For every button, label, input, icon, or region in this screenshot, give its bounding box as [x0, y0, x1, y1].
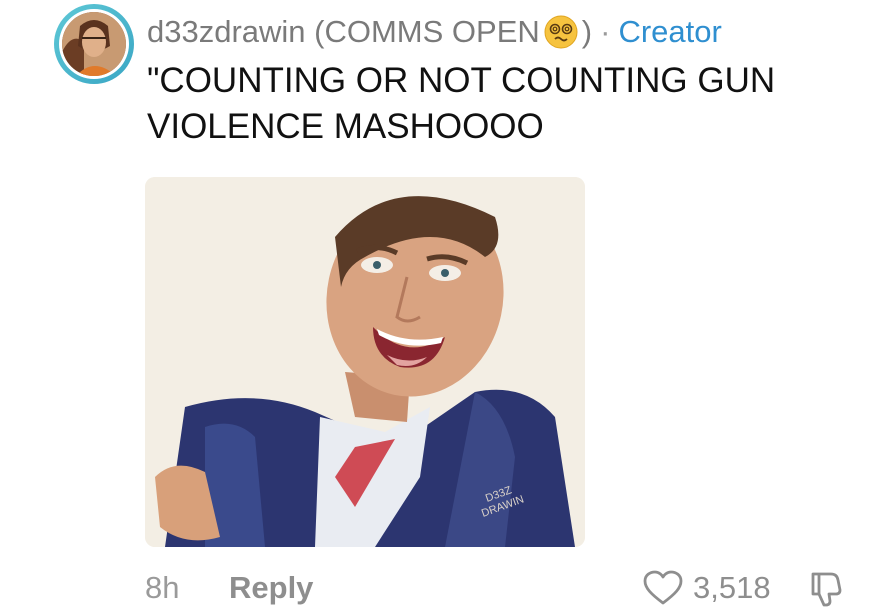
username-close: ): [581, 14, 593, 49]
timestamp: 8h: [145, 570, 180, 605]
separator: ·: [600, 14, 611, 49]
comment-footer: 8h Reply 3,518: [145, 566, 871, 610]
creator-badge: Creator: [618, 14, 722, 49]
avatar-icon: [62, 12, 126, 76]
comment-text-line: "COUNTING OR NOT COUNTING GUN: [147, 61, 776, 100]
avatar: [62, 12, 126, 76]
avatar-ring[interactable]: [54, 4, 134, 84]
drawing-image: D33Z DRAWIN: [145, 177, 585, 547]
heart-icon[interactable]: [643, 570, 683, 606]
like-count: 3,518: [693, 570, 771, 605]
thumbs-down-icon[interactable]: [807, 570, 845, 608]
reply-button[interactable]: Reply: [229, 570, 313, 606]
dizzy-face-emoji-icon: [544, 15, 578, 49]
comment-header: d33zdrawin (COMMS OPEN ) · Creator: [147, 10, 722, 54]
comment-text: "COUNTING OR NOT COUNTING GUN VIOLENCE M…: [147, 58, 847, 150]
username[interactable]: d33zdrawin (COMMS OPEN: [147, 10, 540, 54]
comment-image[interactable]: D33Z DRAWIN: [145, 177, 585, 547]
comment-text-line: VIOLENCE MASHOOOO: [147, 107, 544, 146]
